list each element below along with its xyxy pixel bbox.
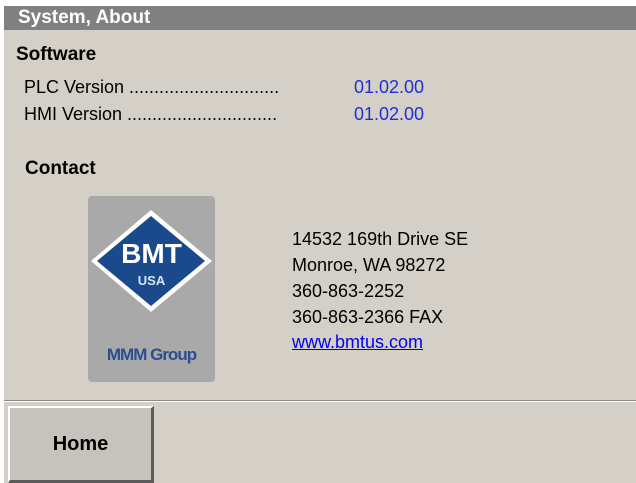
website-link[interactable]: www.bmtus.com bbox=[292, 332, 423, 353]
software-heading: Software bbox=[16, 44, 97, 65]
fax-number: 360-863-2366 FAX bbox=[292, 307, 444, 327]
footer-divider bbox=[4, 400, 636, 402]
phone-number: 360-863-2252 bbox=[292, 281, 405, 301]
address-line-street: 14532 169th Drive SE bbox=[292, 229, 469, 249]
window-title: System, About bbox=[4, 6, 636, 30]
plc-version-label: PLC Version ............................… bbox=[24, 77, 280, 97]
logo-brand-text: BMT bbox=[121, 238, 182, 269]
hmi-version-value: 01.02.00 bbox=[354, 104, 425, 124]
logo-group-text: MMM Group bbox=[106, 345, 197, 364]
about-panel: System, About Software PLC Version .....… bbox=[4, 6, 636, 483]
plc-version-value: 01.02.00 bbox=[354, 77, 425, 97]
plc-version-row: PLC Version ............................… bbox=[24, 77, 424, 103]
home-button[interactable]: Home bbox=[8, 406, 154, 483]
logo-sub-text: USA bbox=[137, 273, 166, 288]
address-line-city: Monroe, WA 98272 bbox=[292, 255, 446, 275]
hmi-version-label: HMI Version ............................… bbox=[24, 104, 278, 124]
bmt-logo: BMT USA MMM Group bbox=[88, 196, 215, 382]
contact-heading: Contact bbox=[25, 158, 96, 179]
hmi-version-row: HMI Version ............................… bbox=[24, 104, 424, 130]
